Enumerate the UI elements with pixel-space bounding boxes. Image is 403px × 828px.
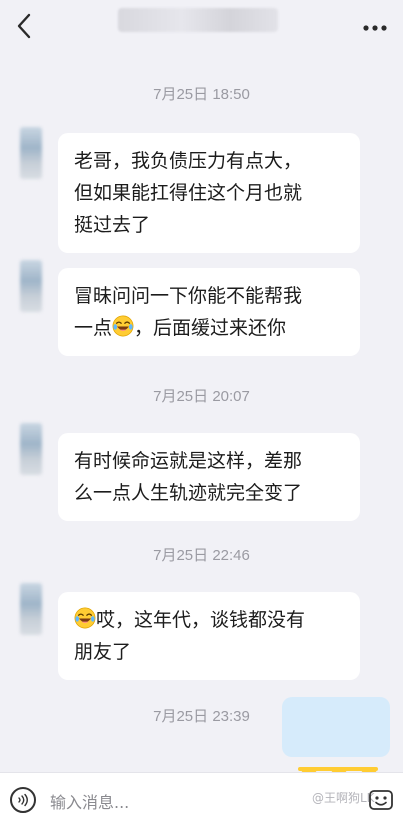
avatar[interactable] — [20, 260, 42, 312]
chevron-left-icon — [17, 13, 31, 39]
message-line: 但如果能扛得住这个月也就 — [74, 182, 303, 204]
outgoing-message-bubble[interactable] — [282, 697, 390, 786]
avatar[interactable] — [20, 583, 42, 635]
watermark: @王啊狗LK — [312, 791, 375, 805]
message-input[interactable] — [48, 787, 292, 817]
message-line: 么一点人生轨迹就完全变了 — [74, 482, 303, 504]
message-line-wrap: 一点 ，后面缓过来还你 — [74, 312, 344, 344]
message-line: 挺过去了 — [74, 214, 151, 236]
avatar[interactable] — [20, 127, 42, 179]
laughing-tears-emoji-icon — [74, 607, 96, 629]
back-button[interactable] — [6, 8, 42, 44]
message-bubble[interactable]: 冒昧问问一下你能不能帮我 一点 ，后面缓过来还你 — [58, 268, 360, 356]
voice-wave-icon — [18, 793, 28, 807]
message-line: 冒昧问问一下你能不能帮我 — [74, 285, 303, 307]
emoji-peek — [298, 767, 378, 771]
contact-name — [118, 8, 278, 32]
emoji-icon — [369, 790, 393, 810]
message-line: 一点 — [74, 317, 113, 339]
message-bubble[interactable]: 老哥，我负债压力有点大， 但如果能扛得住这个月也就 挺过去了 — [58, 133, 360, 253]
message-list[interactable]: 7月25日 18:50 老哥，我负债压力有点大， 但如果能扛得住这个月也就 挺过… — [0, 55, 403, 770]
chat-screen: 7月25日 18:50 老哥，我负债压力有点大， 但如果能扛得住这个月也就 挺过… — [0, 0, 403, 828]
more-button[interactable] — [357, 10, 393, 46]
message-line-wrap: 哎，这年代，谈钱都没有 — [74, 604, 344, 636]
more-dots-icon — [363, 25, 387, 31]
input-bar: @王啊狗LK — [0, 772, 403, 828]
message-bubble[interactable]: 哎，这年代，谈钱都没有 朋友了 — [58, 592, 360, 680]
message-bubble[interactable]: 有时候命运就是这样，差那 么一点人生轨迹就完全变了 — [58, 433, 360, 521]
voice-button[interactable] — [10, 787, 36, 813]
timestamp: 7月25日 20:07 — [153, 388, 250, 405]
message-line: 朋友了 — [74, 641, 132, 663]
timestamp: 7月25日 18:50 — [153, 86, 250, 103]
top-bar — [0, 0, 403, 55]
message-line: 有时候命运就是这样，差那 — [74, 450, 303, 472]
avatar[interactable] — [20, 423, 42, 475]
message-line: ，后面缓过来还你 — [134, 317, 287, 339]
laughing-tears-emoji-icon — [112, 315, 134, 337]
message-line: 哎，这年代，谈钱都没有 — [96, 609, 306, 631]
message-line: 老哥，我负债压力有点大， — [74, 150, 303, 172]
timestamp: 7月25日 22:46 — [153, 547, 250, 564]
emoji-button[interactable] — [368, 787, 394, 813]
